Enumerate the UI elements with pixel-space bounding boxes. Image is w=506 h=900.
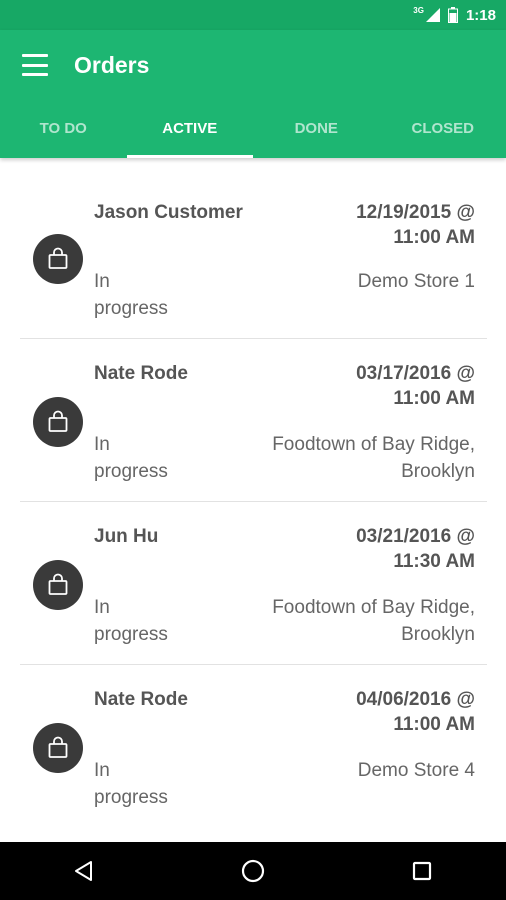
network-type: 3G xyxy=(413,5,424,15)
customer-name: Nate Rode xyxy=(94,363,188,384)
shopping-bag-icon xyxy=(33,397,83,447)
store-name-line1: Demo Store 1 xyxy=(357,271,475,292)
orders-list: Jason Customer 12/19/2015 @ 11:00 AM In … xyxy=(0,158,506,827)
store-name-line1: Foodtown of Bay Ridge, xyxy=(272,597,475,618)
order-status: In progress xyxy=(94,757,194,811)
order-status-line1: In xyxy=(94,597,110,618)
customer-name: Nate Rode xyxy=(94,689,188,710)
store-name: Foodtown of Bay Ridge, Brooklyn xyxy=(225,594,475,648)
order-status: In progress xyxy=(94,594,194,648)
order-status-line2: progress xyxy=(94,298,168,319)
order-datetime: 12/19/2015 @ 11:00 AM xyxy=(305,200,475,250)
order-status-line1: In xyxy=(94,434,110,455)
order-time: 11:00 AM xyxy=(393,388,475,409)
order-status-line1: In xyxy=(94,760,110,781)
order-row[interactable]: Nate Rode 04/06/2016 @ 11:00 AM In progr… xyxy=(20,665,487,827)
order-status-line2: progress xyxy=(94,787,168,808)
order-time: 11:00 AM xyxy=(393,227,475,248)
store-name-line2: Brooklyn xyxy=(401,624,475,645)
page-title: Orders xyxy=(74,52,150,78)
back-icon[interactable] xyxy=(64,851,104,891)
clock: 1:18 xyxy=(465,6,496,24)
store-name-line1: Foodtown of Bay Ridge, xyxy=(272,434,475,455)
tab-done[interactable]: DONE xyxy=(253,108,380,158)
order-date: 03/17/2016 @ xyxy=(356,363,475,384)
status-indicators: 3G 1:18 xyxy=(413,5,496,25)
signal-icon xyxy=(425,8,440,22)
status-bar: 3G 1:18 xyxy=(0,0,506,30)
shopping-bag-icon xyxy=(33,723,83,773)
tab-bar: TO DO ACTIVE DONE CLOSED xyxy=(0,108,506,158)
recents-icon[interactable] xyxy=(402,851,442,891)
store-name: Demo Store 1 xyxy=(225,268,475,295)
order-datetime: 04/06/2016 @ 11:00 AM xyxy=(305,687,475,737)
customer-name: Jason Customer xyxy=(94,202,243,223)
order-date: 04/06/2016 @ xyxy=(356,689,475,710)
order-datetime: 03/17/2016 @ 11:00 AM xyxy=(305,361,475,411)
battery-icon xyxy=(447,7,458,23)
order-row[interactable]: Jun Hu 03/21/2016 @ 11:30 AM In progress… xyxy=(20,502,487,665)
store-name-line1: Demo Store 4 xyxy=(357,760,475,781)
order-status-line2: progress xyxy=(94,624,168,645)
app-bar: Orders TO DO ACTIVE DONE CLOSED xyxy=(0,30,506,158)
home-icon[interactable] xyxy=(233,851,273,891)
order-time: 11:00 AM xyxy=(393,714,475,735)
order-status-line2: progress xyxy=(94,461,168,482)
shopping-bag-icon xyxy=(33,560,83,610)
store-name: Foodtown of Bay Ridge, Brooklyn xyxy=(225,431,475,485)
store-name: Demo Store 4 xyxy=(225,757,475,784)
order-status: In progress xyxy=(94,268,194,322)
tab-closed[interactable]: CLOSED xyxy=(380,108,506,158)
shopping-bag-icon xyxy=(33,234,83,284)
order-status: In progress xyxy=(94,431,194,485)
order-date: 12/19/2015 @ xyxy=(356,202,475,223)
order-status-line1: In xyxy=(94,271,110,292)
order-time: 11:30 AM xyxy=(393,551,475,572)
tab-to-do[interactable]: TO DO xyxy=(0,108,127,158)
store-name-line2: Brooklyn xyxy=(401,461,475,482)
order-row[interactable]: Nate Rode 03/17/2016 @ 11:00 AM In progr… xyxy=(20,339,487,502)
order-date: 03/21/2016 @ xyxy=(356,526,475,547)
order-datetime: 03/21/2016 @ 11:30 AM xyxy=(305,524,475,574)
system-nav-bar xyxy=(0,842,506,900)
menu-icon[interactable] xyxy=(22,54,48,76)
tab-active[interactable]: ACTIVE xyxy=(126,108,254,158)
customer-name: Jun Hu xyxy=(94,526,159,547)
order-row[interactable]: Jason Customer 12/19/2015 @ 11:00 AM In … xyxy=(20,158,487,339)
